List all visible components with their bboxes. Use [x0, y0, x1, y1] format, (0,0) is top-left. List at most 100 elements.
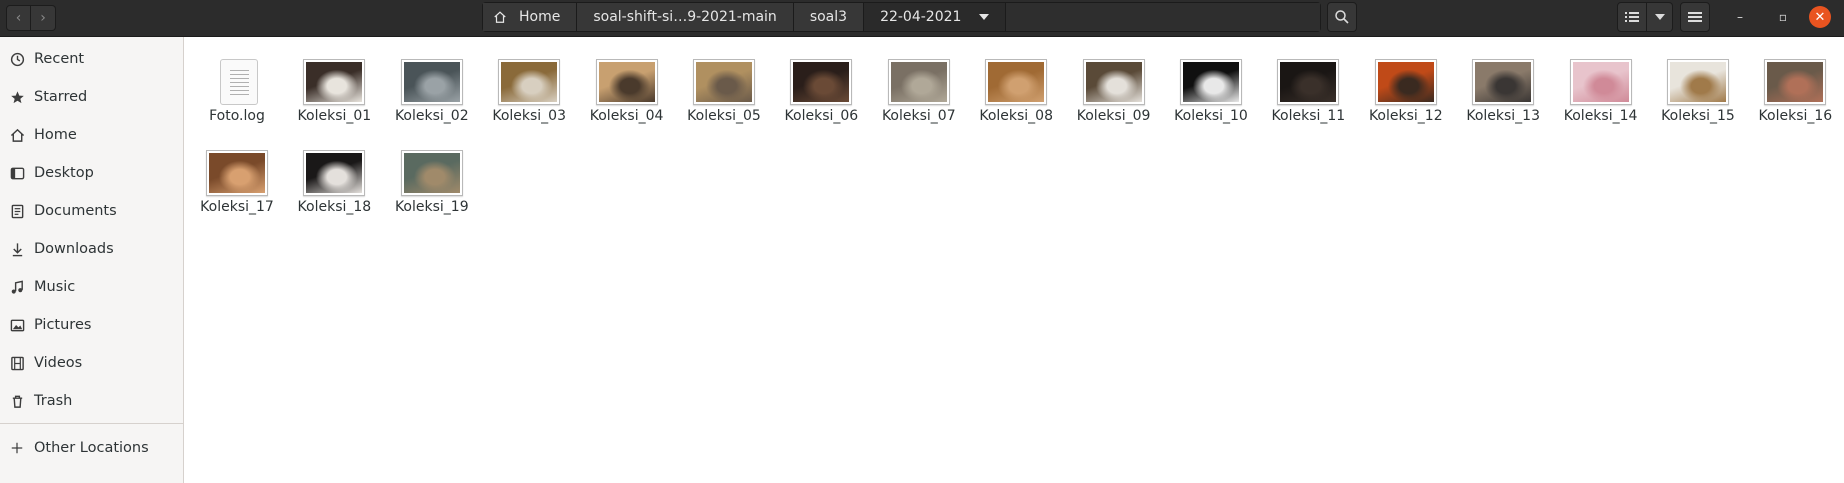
file-name: Koleksi_16 — [1758, 108, 1833, 124]
sidebar-item-pictures[interactable]: Pictures — [0, 306, 183, 344]
file-item[interactable]: Koleksi_14 — [1552, 37, 1650, 127]
back-button[interactable]: ‹ — [6, 5, 31, 31]
view-options — [1617, 2, 1673, 32]
sidebar-item-label: Downloads — [34, 241, 114, 257]
minimize-button[interactable]: – — [1729, 6, 1751, 28]
sidebar-item-videos[interactable]: Videos — [0, 344, 183, 382]
image-thumbnail — [790, 59, 853, 105]
file-name: Koleksi_19 — [394, 199, 469, 215]
sidebar-item-desktop[interactable]: Desktop — [0, 154, 183, 192]
sidebar-item-label: Home — [34, 127, 77, 143]
sidebar-item-starred[interactable]: Starred — [0, 78, 183, 116]
file-item[interactable]: Foto.log — [188, 37, 286, 127]
file-item[interactable]: Koleksi_04 — [578, 37, 676, 127]
file-item[interactable]: Koleksi_09 — [1065, 37, 1163, 127]
file-item[interactable]: Koleksi_15 — [1649, 37, 1747, 127]
file-name: Koleksi_01 — [297, 108, 372, 124]
file-item[interactable]: Koleksi_18 — [285, 128, 383, 218]
file-name: Koleksi_04 — [589, 108, 664, 124]
file-name: Koleksi_15 — [1661, 108, 1735, 124]
image-thumbnail — [303, 150, 366, 196]
file-item[interactable]: Koleksi_03 — [480, 37, 578, 127]
sidebar-item-home[interactable]: Home — [0, 116, 183, 154]
file-name: Koleksi_13 — [1466, 108, 1541, 124]
close-icon: ✕ — [1814, 9, 1826, 25]
file-item[interactable]: Koleksi_05 — [675, 37, 773, 127]
breadcrumb-label: soal-shift-si…9-2021-main — [593, 9, 777, 25]
sidebar-item-trash[interactable]: Trash — [0, 382, 183, 420]
sidebar-item-label: Videos — [34, 355, 83, 371]
image-thumbnail — [1764, 59, 1827, 105]
view-options-dropdown[interactable] — [1647, 2, 1673, 32]
trash-icon — [9, 393, 25, 409]
sidebar-item-music[interactable]: Music — [0, 268, 183, 306]
file-name: Koleksi_12 — [1368, 108, 1443, 124]
file-item[interactable]: Koleksi_06 — [772, 37, 870, 127]
sidebar-item-label: Starred — [34, 89, 88, 105]
close-button[interactable]: ✕ — [1809, 6, 1831, 28]
file-item[interactable]: Koleksi_08 — [967, 37, 1065, 127]
list-view-button[interactable] — [1617, 2, 1647, 32]
file-name: Koleksi_03 — [492, 108, 567, 124]
sidebar-item-label: Trash — [34, 393, 73, 409]
file-item[interactable]: Koleksi_01 — [285, 37, 383, 127]
file-item[interactable]: Koleksi_07 — [870, 37, 968, 127]
pictures-icon — [9, 317, 25, 333]
sidebar-item-label: Other Locations — [34, 440, 149, 456]
file-item[interactable]: Koleksi_02 — [383, 37, 481, 127]
sidebar-item-label: Documents — [34, 203, 117, 219]
menu-button[interactable] — [1680, 2, 1710, 32]
file-name: Koleksi_05 — [687, 108, 761, 124]
videos-icon — [9, 355, 25, 371]
sidebar-item-documents[interactable]: Documents — [0, 192, 183, 230]
download-icon — [9, 241, 25, 257]
sidebar-item-other-locations[interactable]: Other Locations — [0, 429, 183, 467]
file-item[interactable]: Koleksi_10 — [1162, 37, 1260, 127]
image-thumbnail — [400, 150, 463, 196]
search-button[interactable] — [1327, 2, 1357, 32]
breadcrumb-label: 22-04-2021 — [880, 9, 962, 25]
clock-icon — [9, 51, 25, 67]
image-thumbnail — [1082, 59, 1145, 105]
file-name: Koleksi_18 — [297, 199, 372, 215]
file-item[interactable]: Koleksi_16 — [1746, 37, 1844, 127]
breadcrumb-current[interactable]: 22-04-2021 — [864, 3, 1007, 31]
image-thumbnail — [1472, 59, 1535, 105]
file-grid: Foto.log Koleksi_01 Koleksi_02 Koleksi_03 Ko… — [185, 37, 1844, 483]
home-icon — [9, 127, 25, 143]
sidebar-separator — [0, 423, 183, 424]
image-thumbnail — [1667, 59, 1729, 105]
desktop-icon — [9, 165, 25, 181]
home-icon — [494, 11, 506, 23]
breadcrumb-repo[interactable]: soal-shift-si…9-2021-main — [577, 3, 794, 31]
breadcrumb-soal3[interactable]: soal3 — [793, 3, 865, 31]
breadcrumb-label: soal3 — [809, 9, 848, 25]
chevron-down-icon — [979, 14, 990, 20]
path-bar-filler — [1006, 3, 1320, 31]
forward-button[interactable]: › — [31, 5, 56, 31]
image-thumbnail — [1569, 59, 1632, 105]
sidebar-item-downloads[interactable]: Downloads — [0, 230, 183, 268]
file-item[interactable]: Koleksi_19 — [383, 128, 481, 218]
header-bar: ‹ › Home soal-shift-si…9-2021-main soal3… — [0, 0, 1844, 37]
path-bar: Home soal-shift-si…9-2021-main soal3 22-… — [482, 2, 1321, 32]
sidebar-item-label: Music — [34, 279, 76, 295]
file-item[interactable]: Koleksi_13 — [1454, 37, 1552, 127]
file-name: Koleksi_11 — [1271, 108, 1346, 124]
file-name: Koleksi_17 — [200, 199, 274, 215]
sidebar-item-label: Recent — [34, 51, 85, 67]
breadcrumb-home[interactable]: Home — [483, 3, 578, 31]
list-view-icon — [1625, 12, 1639, 22]
image-thumbnail — [1374, 59, 1437, 105]
file-item[interactable]: Koleksi_12 — [1357, 37, 1455, 127]
chevron-right-icon: › — [40, 10, 46, 26]
image-thumbnail — [693, 59, 755, 105]
file-item[interactable]: Koleksi_17 — [188, 128, 286, 218]
file-item[interactable]: Koleksi_11 — [1259, 37, 1357, 127]
file-name: Koleksi_14 — [1563, 108, 1638, 124]
image-thumbnail — [887, 59, 950, 105]
maximize-button[interactable]: ▫ — [1772, 6, 1794, 28]
file-name: Koleksi_06 — [784, 108, 859, 124]
image-thumbnail — [1277, 59, 1340, 105]
sidebar-item-recent[interactable]: Recent — [0, 40, 183, 78]
